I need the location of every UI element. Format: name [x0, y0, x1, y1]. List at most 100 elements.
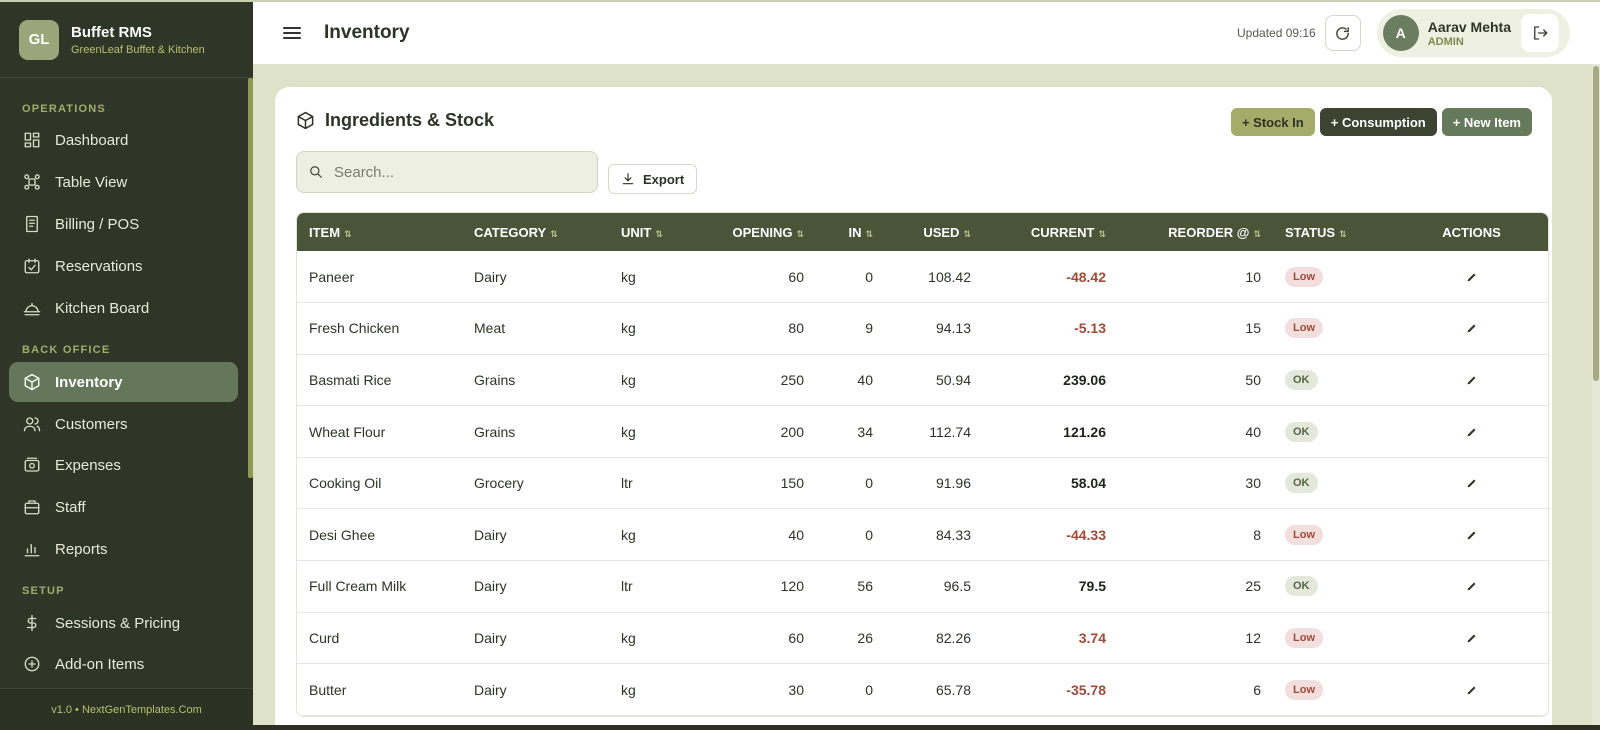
- cell-in: 0: [816, 251, 885, 304]
- sort-icon: ⇅: [1339, 228, 1347, 239]
- search-icon: [310, 166, 322, 178]
- user-menu[interactable]: A Aarav Mehta ADMIN: [1376, 9, 1570, 57]
- cell-reorder: 8: [1118, 508, 1273, 562]
- sidebar-item-billing[interactable]: Billing / POS: [9, 204, 238, 244]
- sidebar-item-inventory[interactable]: Inventory: [9, 362, 238, 402]
- edit-icon[interactable]: [1466, 630, 1478, 643]
- sidebar-item-dashboard[interactable]: Dashboard: [9, 120, 238, 160]
- edit-icon[interactable]: [1466, 682, 1478, 694]
- cell-item: Desi Ghee: [297, 508, 462, 562]
- sort-icon: ⇅: [655, 228, 663, 239]
- cell-used: 96.5: [885, 560, 983, 613]
- search-input[interactable]: [334, 163, 584, 181]
- column-header-opening[interactable]: OPENING ⇅: [704, 213, 816, 251]
- column-header-in[interactable]: IN ⇅: [816, 213, 885, 251]
- sidebar-item-label: Table View: [55, 173, 128, 191]
- column-header-category[interactable]: CATEGORY ⇅: [462, 213, 609, 251]
- edit-icon[interactable]: [1466, 269, 1478, 281]
- column-header-item[interactable]: ITEM ⇅: [297, 213, 462, 251]
- edit-icon[interactable]: [1466, 578, 1478, 591]
- download-icon: [622, 173, 634, 185]
- cell-category: Grocery: [462, 457, 609, 510]
- cell-current: -44.33: [983, 508, 1118, 562]
- users-icon: [23, 415, 41, 433]
- cell-used: 82.26: [885, 612, 983, 665]
- consumption-button[interactable]: + Consumption: [1319, 108, 1437, 136]
- cloche-icon: [23, 299, 41, 317]
- menu-toggle-button[interactable]: [281, 22, 303, 44]
- dashboard-icon: [23, 131, 41, 149]
- edit-icon[interactable]: [1466, 372, 1478, 385]
- sidebar-item-label: Inventory: [55, 373, 123, 391]
- new-item-button[interactable]: + New Item: [1441, 108, 1532, 136]
- cell-category: Meat: [462, 302, 609, 355]
- cell-used: 65.78: [885, 663, 983, 716]
- edit-icon[interactable]: [1466, 320, 1478, 333]
- sidebar-item-label: Customers: [55, 415, 128, 433]
- sidebar-item-expenses[interactable]: Expenses: [9, 445, 238, 485]
- brand-logo: GL: [19, 19, 59, 60]
- sidebar-item-sessions-pricing[interactable]: Sessions & Pricing: [9, 603, 238, 643]
- sidebar-item-customers[interactable]: Customers: [9, 404, 238, 444]
- inventory-card: Ingredients & Stock + Stock In + Consump…: [275, 87, 1552, 725]
- box-icon: [23, 373, 41, 391]
- stock-in-button[interactable]: + Stock In: [1230, 108, 1315, 136]
- cell-actions: [1393, 354, 1548, 407]
- sidebar-item-label: Billing / POS: [55, 215, 140, 233]
- sidebar-item-reports[interactable]: Reports: [9, 529, 238, 569]
- sidebar-item-staff[interactable]: Staff: [9, 487, 238, 527]
- sidebar-item-label: Reports: [55, 540, 108, 558]
- table-row: Wheat Flour Grains kg 200 34 112.74 121.26 40 OK: [297, 405, 1548, 458]
- table-row: Butter Dairy kg 30 0 65.78 -35.78 6 Low: [297, 663, 1548, 716]
- column-header-reorder[interactable]: REORDER @ ⇅: [1118, 213, 1273, 251]
- column-label: ITEM: [309, 224, 341, 240]
- logout-button[interactable]: [1521, 14, 1559, 52]
- sidebar-item-table-view[interactable]: Table View: [9, 162, 238, 202]
- column-header-current[interactable]: CURRENT ⇅: [983, 213, 1118, 251]
- table-row: Basmati Rice Grains kg 250 40 50.94 239.06 50 OK: [297, 354, 1548, 407]
- table-row: Fresh Chicken Meat kg 80 9 94.13 -5.13 15 Low: [297, 302, 1548, 355]
- sidebar-item-kitchen-board[interactable]: Kitchen Board: [9, 288, 238, 328]
- cell-category: Dairy: [462, 560, 609, 613]
- briefcase-icon: [23, 498, 41, 516]
- page-title: Inventory: [324, 22, 410, 43]
- cell-unit: kg: [609, 405, 704, 458]
- status-badge: Low: [1285, 318, 1323, 339]
- main-scrollbar[interactable]: [1593, 66, 1599, 381]
- sidebar-item-reservations[interactable]: Reservations: [9, 246, 238, 286]
- cell-status: Low: [1273, 663, 1393, 716]
- refresh-button[interactable]: [1324, 15, 1361, 51]
- status-badge: OK: [1285, 421, 1318, 442]
- edit-icon[interactable]: [1466, 424, 1478, 436]
- sidebar: GL Buffet RMS GreenLeaf Buffet & Kitchen…: [0, 0, 253, 730]
- cell-unit: kg: [609, 354, 704, 407]
- sort-icon: ⇅: [1098, 228, 1106, 239]
- hamburger-icon: [283, 27, 301, 39]
- edit-icon[interactable]: [1466, 527, 1478, 540]
- cell-in: 56: [816, 560, 885, 613]
- column-header-status[interactable]: STATUS ⇅: [1273, 213, 1393, 251]
- cell-item: Cooking Oil: [297, 457, 462, 510]
- column-header-unit[interactable]: UNIT ⇅: [609, 213, 704, 251]
- column-header-used[interactable]: USED ⇅: [885, 213, 983, 251]
- cell-category: Dairy: [462, 251, 609, 304]
- sort-icon: ⇅: [1253, 228, 1261, 239]
- status-badge: OK: [1285, 369, 1318, 390]
- plus-circle-icon: [23, 655, 41, 673]
- export-button[interactable]: Export: [608, 164, 698, 194]
- cell-opening: 150: [704, 457, 816, 510]
- cell-used: 91.96: [885, 457, 983, 510]
- sort-icon: ⇅: [796, 228, 804, 239]
- calendar-check-icon: [23, 257, 41, 275]
- sidebar-item-add-on-items[interactable]: Add-on Items: [9, 644, 238, 684]
- edit-icon[interactable]: [1466, 475, 1478, 488]
- cell-unit: ltr: [609, 457, 704, 510]
- cell-opening: 80: [704, 302, 816, 355]
- cell-opening: 200: [704, 405, 816, 458]
- column-header-actions: ACTIONS: [1393, 213, 1548, 251]
- inventory-table: ITEM ⇅ CATEGORY ⇅ UNIT ⇅ OPENING ⇅ IN ⇅ USED ⇅ CURRE…: [296, 212, 1549, 717]
- status-badge: Low: [1285, 266, 1323, 287]
- sort-icon: ⇅: [963, 228, 971, 239]
- cell-in: 40: [816, 354, 885, 407]
- sidebar-item-label: Expenses: [55, 456, 121, 474]
